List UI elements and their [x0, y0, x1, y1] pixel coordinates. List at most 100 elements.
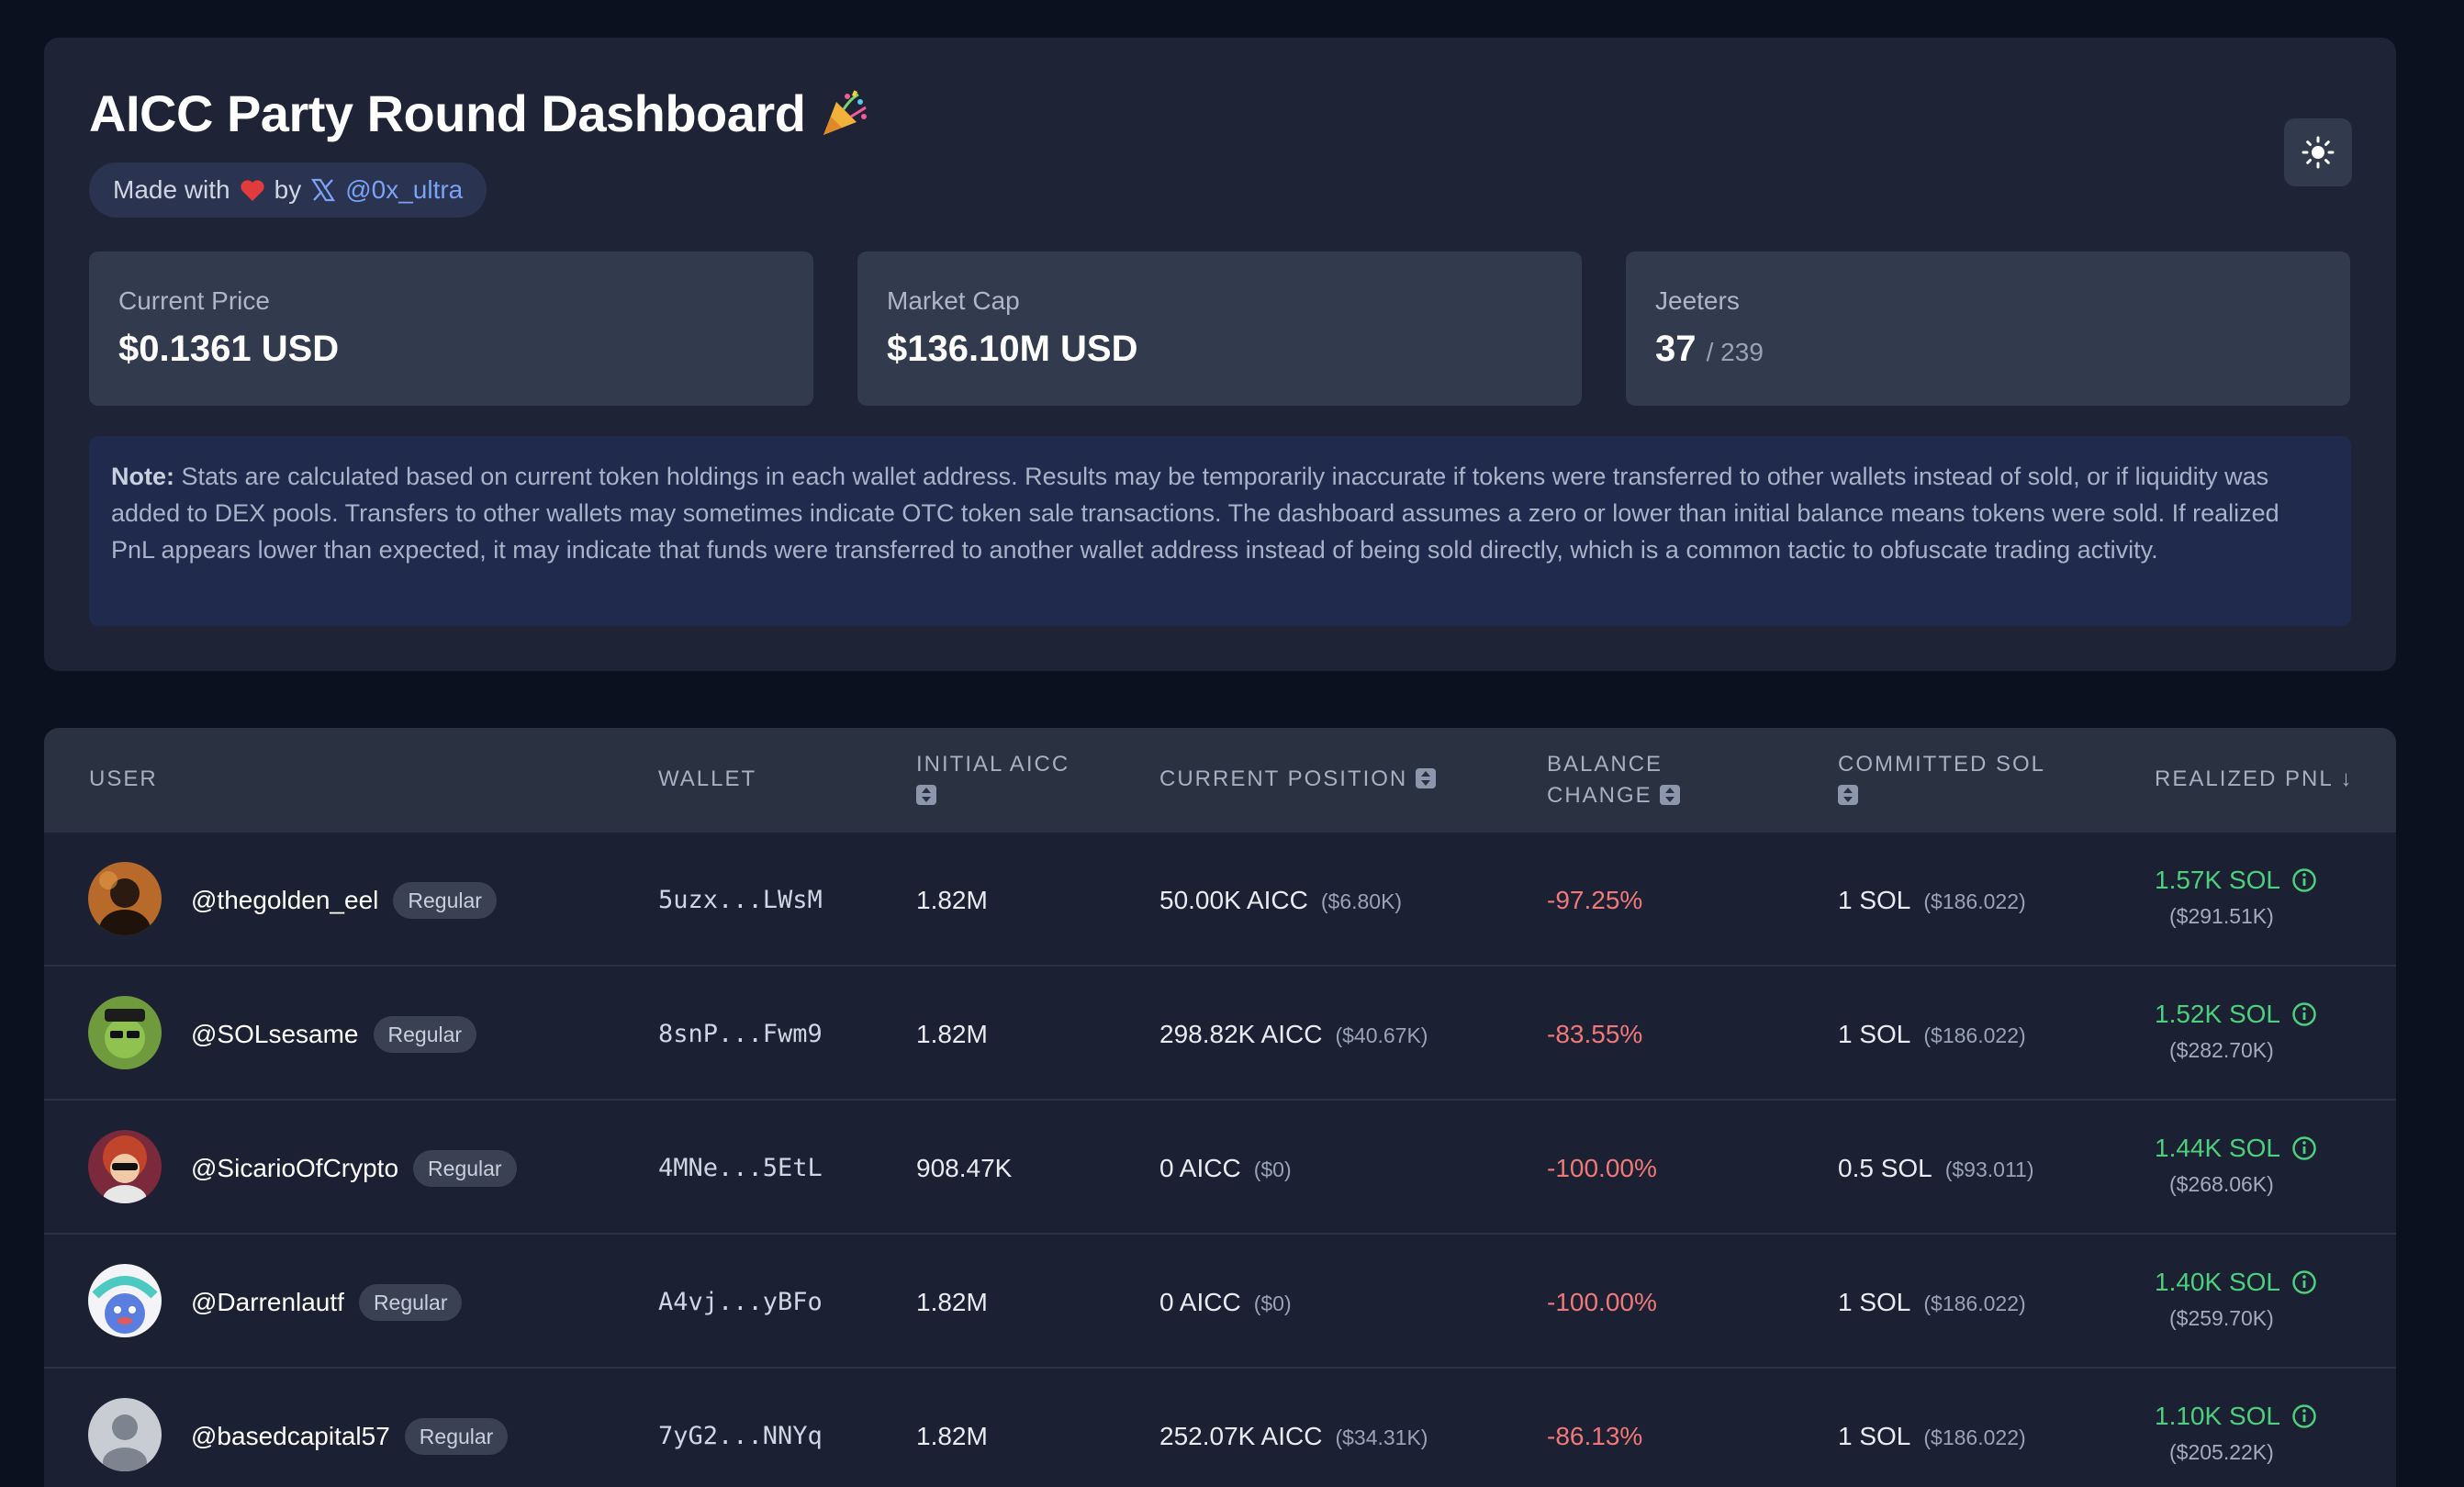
credit-handle-link[interactable]: @0x_ultra — [345, 175, 463, 205]
info-icon[interactable] — [2291, 867, 2317, 893]
sort-icon[interactable] — [1415, 768, 1436, 788]
current-position-usd: ($0) — [1253, 1291, 1292, 1315]
avatar[interactable] — [88, 862, 162, 935]
realized-pnl-usd: ($291.51K) — [2169, 904, 2274, 928]
username: @thegolden_eel Regular — [191, 882, 497, 919]
realized-pnl-usd: ($268.06K) — [2169, 1172, 2274, 1196]
table-row[interactable]: @SOLsesame Regular 8snP...Fwm9 1.82M 298… — [44, 967, 2396, 1101]
wallet-address[interactable]: A4vj...yBFo — [658, 1288, 823, 1316]
current-position: 298.82K AICC ($40.67K) — [1159, 1020, 1428, 1048]
table-row[interactable]: @thegolden_eel Regular 5uzx...LWsM 1.82M… — [44, 833, 2396, 967]
column-header-realized-pnl[interactable]: REALIZED PNL ↓ — [2155, 764, 2354, 795]
committed-sol-usd: ($186.022) — [1923, 1291, 2026, 1315]
realized-pnl-sol: 1.10K SOL — [2155, 1402, 2280, 1430]
initial-aicc: 1.82M — [916, 1288, 988, 1316]
note-label: Note: — [111, 463, 174, 490]
committed-sol: 1 SOL ($186.022) — [1838, 1422, 2026, 1450]
stat-value: $136.10M USD — [887, 329, 1138, 369]
sort-icon[interactable] — [916, 785, 936, 805]
current-position: 50.00K AICC ($6.80K) — [1159, 886, 1403, 914]
committed-sol: 0.5 SOL ($93.011) — [1838, 1154, 2034, 1182]
column-header-current-position[interactable]: CURRENT POSITION — [1159, 764, 1436, 795]
credit-pill: Made with by @0x_ultra — [89, 162, 487, 218]
avatar[interactable] — [88, 996, 162, 1069]
sort-icon[interactable] — [1660, 785, 1681, 805]
wallet-address[interactable]: 4MNe...5EtL — [658, 1154, 823, 1182]
status-badge: Regular — [404, 1418, 509, 1455]
avatar[interactable] — [88, 1264, 162, 1337]
committed-sol-usd: ($186.022) — [1923, 1426, 2026, 1449]
table-row[interactable]: @Darrenlautf Regular A4vj...yBFo 1.82M 0… — [44, 1235, 2396, 1369]
note-box: Note: Stats are calculated based on curr… — [89, 436, 2351, 626]
username: @Darrenlautf Regular — [191, 1284, 463, 1321]
balance-change: -86.13% — [1547, 1422, 1643, 1450]
stat-label: Jeeters — [1655, 286, 1740, 315]
x-logo-icon[interactable] — [310, 177, 336, 203]
committed-sol: 1 SOL ($186.022) — [1838, 1288, 2026, 1316]
wallet-address[interactable]: 8snP...Fwm9 — [658, 1020, 823, 1048]
committed-sol: 1 SOL ($186.022) — [1838, 886, 2026, 914]
page-title-text: AICC Party Round Dashboard — [89, 84, 806, 142]
avatar[interactable] — [88, 1130, 162, 1203]
balance-change: -83.55% — [1547, 1020, 1643, 1048]
header-card: AICC Party Round Dashboard Made with by — [44, 38, 2396, 671]
column-header-initial-aicc[interactable]: INITIAL AICC — [916, 749, 1070, 811]
realized-pnl: 1.52K SOL ($282.70K) — [2155, 1000, 2317, 1063]
sun-icon — [2302, 136, 2335, 169]
note-text: Stats are calculated based on current to… — [111, 463, 2279, 564]
status-badge: Regular — [373, 1016, 477, 1053]
realized-pnl-sol: 1.40K SOL — [2155, 1268, 2280, 1296]
status-badge: Regular — [413, 1150, 517, 1187]
current-position: 0 AICC ($0) — [1159, 1154, 1292, 1182]
info-icon[interactable] — [2291, 1135, 2317, 1161]
table-row[interactable]: @SicarioOfCrypto Regular 4MNe...5EtL 908… — [44, 1101, 2396, 1235]
info-icon[interactable] — [2291, 1403, 2317, 1429]
username-text[interactable]: @basedcapital57 — [191, 1422, 390, 1451]
current-position: 0 AICC ($0) — [1159, 1288, 1292, 1316]
committed-sol-usd: ($93.011) — [1944, 1157, 2034, 1181]
table-header: USER WALLET INITIAL AICC CURRENT POSITIO… — [44, 728, 2396, 833]
balance-change: -100.00% — [1547, 1288, 1657, 1316]
stat-card-jeeters: Jeeters 37 / 239 — [1626, 252, 2350, 406]
column-header-balance-change[interactable]: BALANCE CHANGE — [1547, 749, 1681, 811]
realized-pnl-sol: 1.44K SOL — [2155, 1134, 2280, 1162]
column-header-committed-sol[interactable]: COMMITTED SOL — [1838, 749, 2045, 811]
wallet-address[interactable]: 7yG2...NNYq — [658, 1422, 823, 1450]
stat-label: Market Cap — [887, 286, 1020, 315]
current-position-usd: ($0) — [1253, 1157, 1292, 1181]
initial-aicc: 908.47K — [916, 1154, 1013, 1182]
leaderboard-table: USER WALLET INITIAL AICC CURRENT POSITIO… — [44, 728, 2396, 1487]
dashboard-page: AICC Party Round Dashboard Made with by — [0, 0, 2464, 1487]
avatar[interactable] — [88, 1398, 162, 1471]
balance-change: -100.00% — [1547, 1154, 1657, 1182]
wallet-address[interactable]: 5uzx...LWsM — [658, 886, 823, 914]
table-row[interactable]: @basedcapital57 Regular 7yG2...NNYq 1.82… — [44, 1369, 2396, 1487]
username-text[interactable]: @thegolden_eel — [191, 886, 378, 915]
username-text[interactable]: @SicarioOfCrypto — [191, 1154, 398, 1183]
username: @SOLsesame Regular — [191, 1016, 477, 1053]
username-text[interactable]: @Darrenlautf — [191, 1288, 344, 1317]
realized-pnl: 1.40K SOL ($259.70K) — [2155, 1268, 2317, 1331]
heart-icon — [241, 180, 264, 201]
current-position-usd: ($34.31K) — [1335, 1426, 1428, 1449]
sort-icon[interactable] — [1838, 785, 1858, 805]
stat-value: $0.1361 USD — [118, 329, 340, 369]
info-icon[interactable] — [2291, 1269, 2317, 1295]
initial-aicc: 1.82M — [916, 1020, 988, 1048]
committed-sol-usd: ($186.022) — [1923, 1023, 2026, 1047]
committed-sol-usd: ($186.022) — [1923, 889, 2026, 913]
current-position: 252.07K AICC ($34.31K) — [1159, 1422, 1428, 1450]
committed-sol: 1 SOL ($186.022) — [1838, 1020, 2026, 1048]
realized-pnl-sol: 1.57K SOL — [2155, 866, 2280, 894]
info-icon[interactable] — [2291, 1001, 2317, 1027]
theme-toggle-button[interactable] — [2284, 118, 2352, 186]
initial-aicc: 1.82M — [916, 886, 988, 914]
username-text[interactable]: @SOLsesame — [191, 1020, 359, 1049]
balance-change: -97.25% — [1547, 886, 1643, 914]
stat-card-market-cap: Market Cap $136.10M USD — [857, 252, 1582, 406]
current-position-usd: ($6.80K) — [1320, 889, 1403, 913]
realized-pnl-usd: ($282.70K) — [2169, 1038, 2274, 1062]
credit-made-with: Made with — [113, 175, 230, 204]
username: @SicarioOfCrypto Regular — [191, 1150, 517, 1187]
realized-pnl-usd: ($205.22K) — [2169, 1440, 2274, 1464]
